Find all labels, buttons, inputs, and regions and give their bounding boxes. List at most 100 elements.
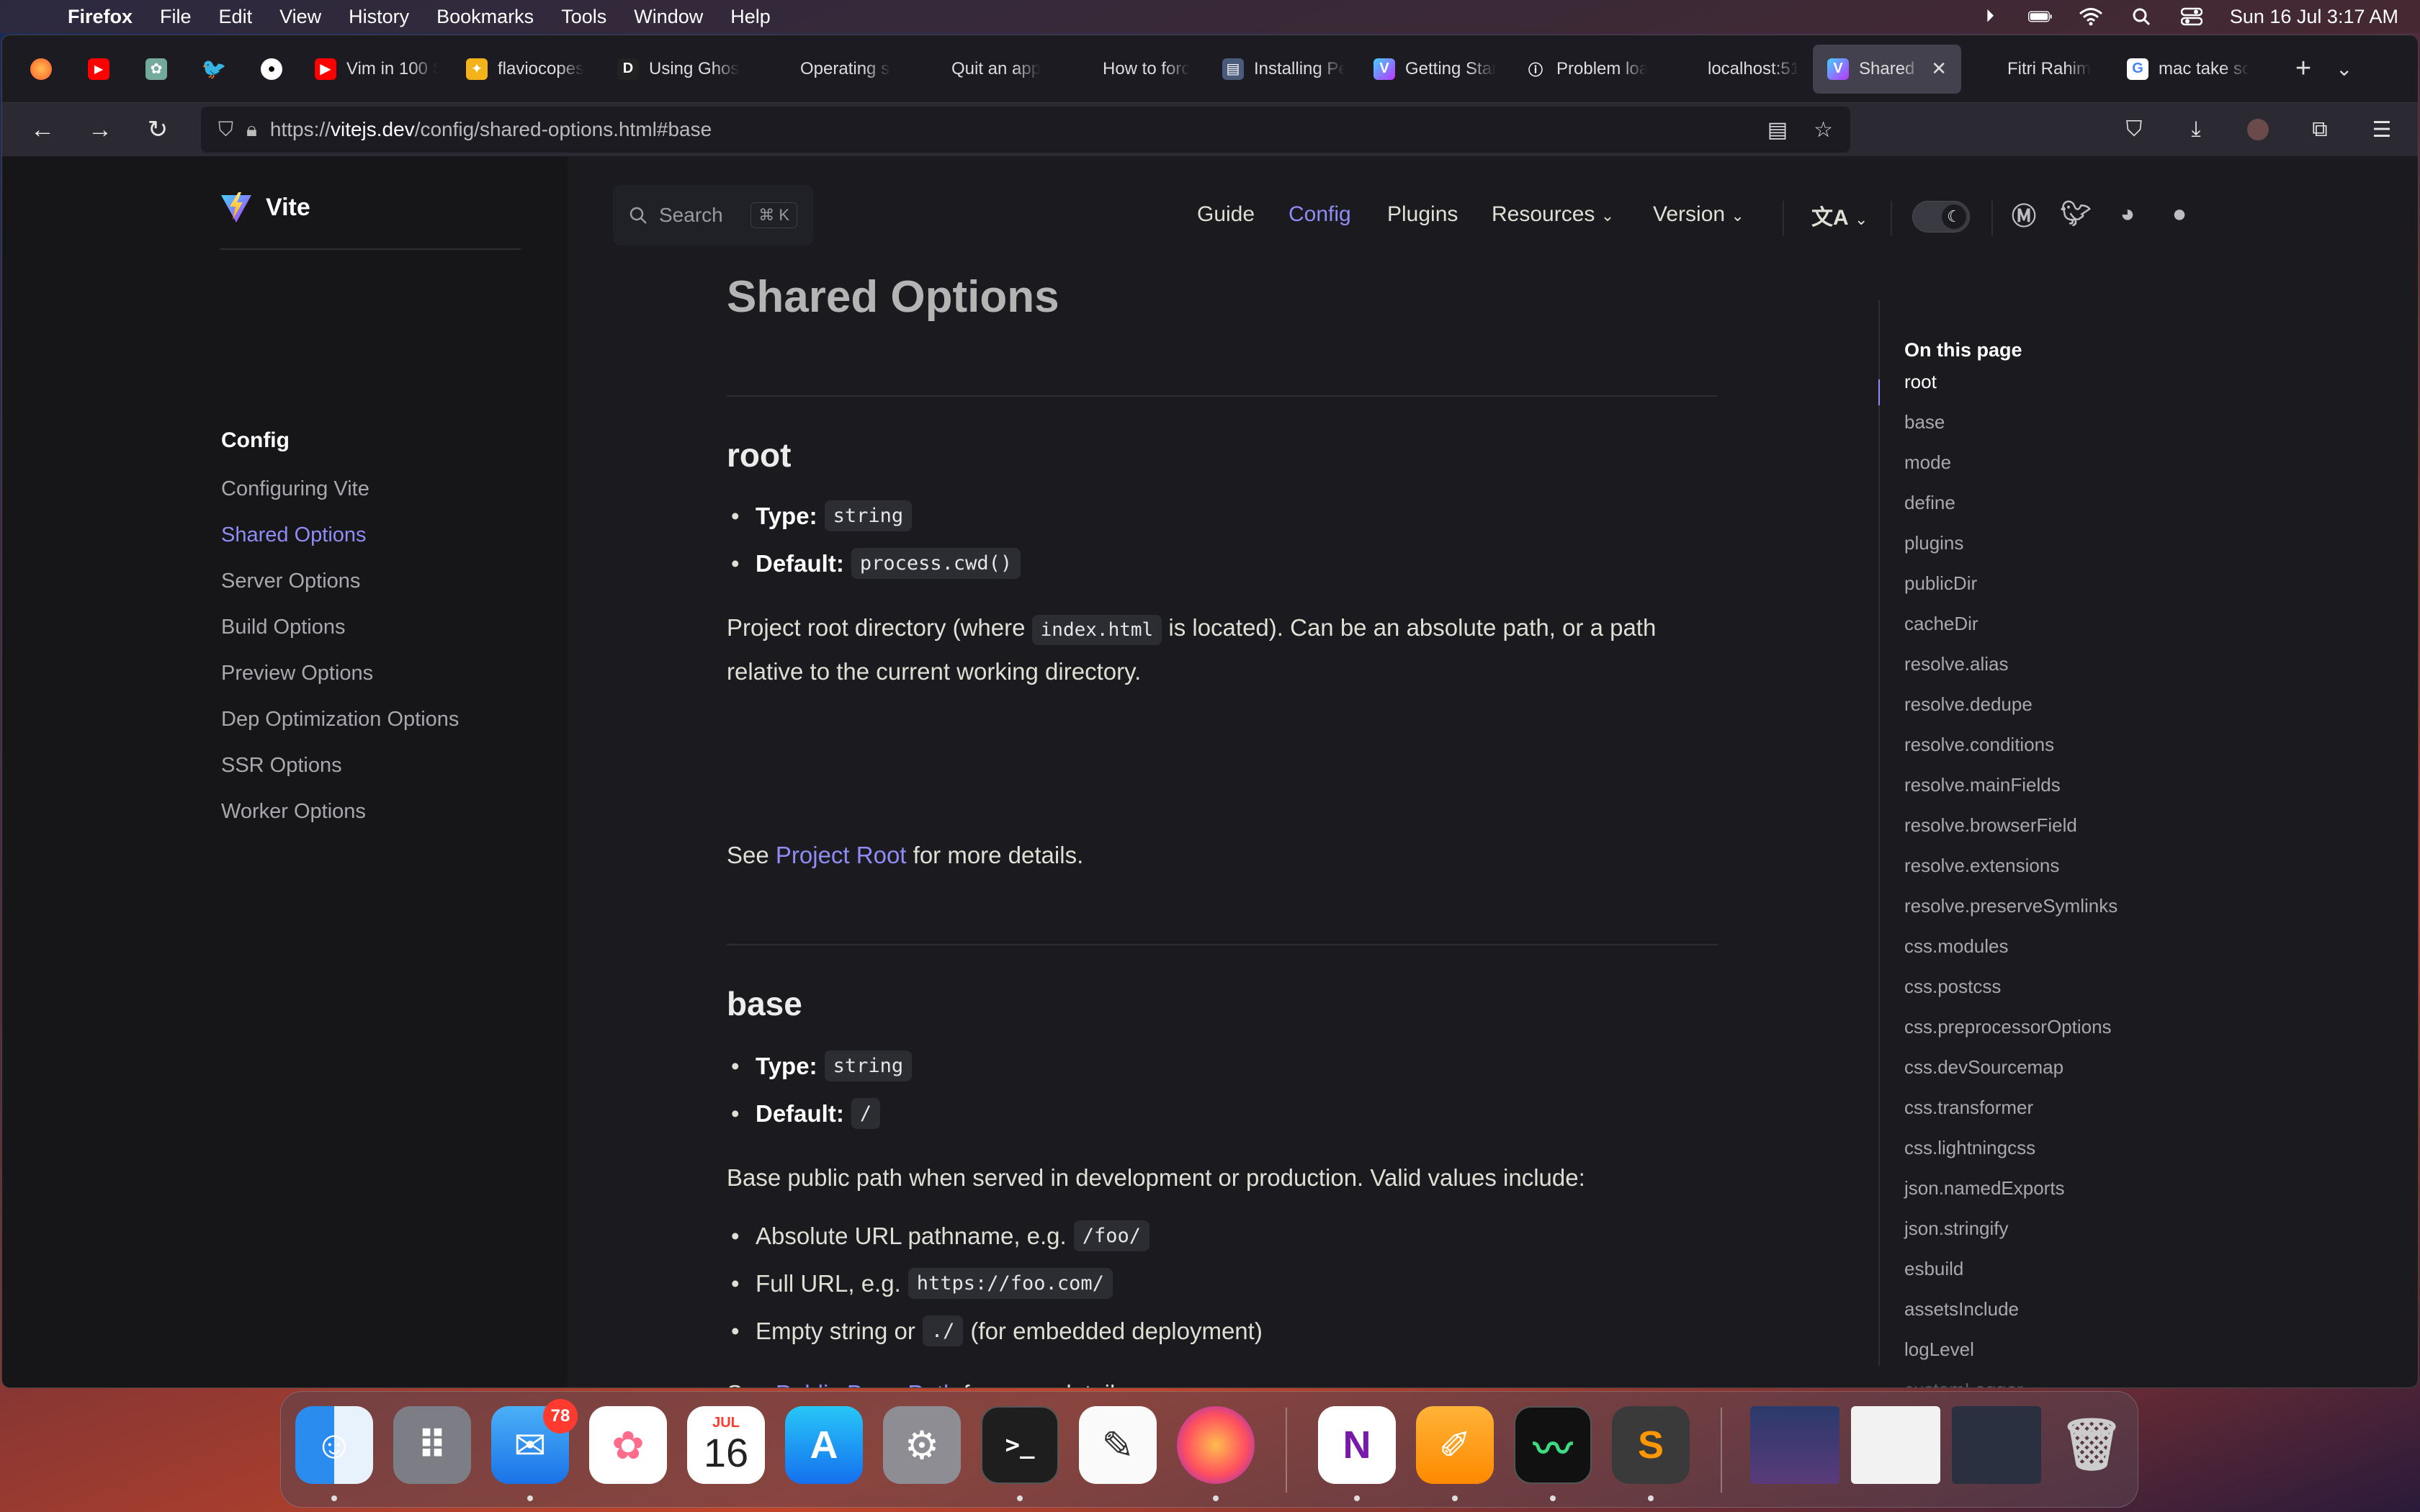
outline-item[interactable]: json.namedExports [1904,1177,2065,1200]
outline-item[interactable]: css.preprocessorOptions [1904,1016,2112,1038]
menu-help[interactable]: Help [730,6,771,28]
recent-document-thumbnail[interactable] [1851,1406,1940,1484]
tab-pinned-github[interactable]: ● [243,45,300,94]
wifi-icon[interactable] [2079,7,2103,26]
reload-icon[interactable]: ↻ [132,108,184,151]
outline-item[interactable]: resolve.alias [1904,653,2009,675]
menu-edit[interactable]: Edit [219,6,253,28]
sublime-text-icon[interactable]: S [1612,1406,1690,1484]
outline-item[interactable]: resolve.extensions [1904,855,2059,877]
outline-item[interactable]: cacheDir [1904,613,1978,635]
outline-item[interactable]: css.transformer [1904,1097,2033,1119]
outline-item[interactable]: define [1904,492,1955,514]
battery-icon[interactable] [2027,7,2053,26]
hamburger-menu-icon[interactable]: ☰ [2360,108,2403,151]
tab[interactable]: V Getting Star [1359,45,1510,94]
url-text[interactable]: https://vitejs.dev/config/shared-options… [270,118,712,141]
recent-window-thumbnail[interactable] [1750,1406,1839,1484]
tab-pinned-twitter[interactable]: 🐦 [185,45,243,94]
vite-logo-link[interactable]: Vite [220,191,310,224]
calendar-icon[interactable]: JUL 16 [687,1406,765,1484]
outline-item[interactable]: root [1904,371,1937,393]
menu-app-name[interactable]: Firefox [68,6,133,28]
terminal-icon[interactable]: >_ [981,1406,1059,1484]
back-icon[interactable]: ← [17,108,68,151]
trash-icon[interactable]: 🗑︎ [2053,1406,2130,1484]
outline-item[interactable]: resolve.browserField [1904,814,2077,837]
outline-item[interactable]: resolve.conditions [1904,734,2054,756]
tab[interactable]: Quit an app [905,45,1057,94]
close-tab-icon[interactable]: ✕ [1931,58,1947,80]
tab[interactable]: How to forc [1057,45,1208,94]
sidebar-item-worker-options[interactable]: Worker Options [221,800,366,824]
outline-item[interactable]: css.lightningcss [1904,1137,2035,1159]
activity-monitor-icon[interactable]: 〰 [1514,1406,1592,1484]
outline-item[interactable]: plugins [1904,532,1963,554]
account-avatar[interactable] [2236,108,2280,151]
outline-item[interactable]: resolve.mainFields [1904,774,2061,796]
launchpad-icon[interactable]: ⠿ [393,1406,471,1484]
sidebar-item-dep-optimization-options[interactable]: Dep Optimization Options [221,708,459,732]
mail-icon[interactable]: ✉ 78 [491,1399,578,1484]
outline-item[interactable]: publicDir [1904,572,1977,595]
address-bar[interactable]: ⛉ 🔒︎ https://vitejs.dev/config/shared-op… [201,107,1850,153]
tab[interactable]: ⓘ Problem loa [1510,45,1662,94]
tab[interactable]: D Using Ghost [603,45,754,94]
outline-item[interactable]: assetsInclude [1904,1298,2019,1320]
sidebar-item-server-options[interactable]: Server Options [221,570,360,593]
outline-item[interactable]: base [1904,411,1945,433]
pocket-icon[interactable]: ⛉ [2112,108,2156,151]
finder-icon[interactable]: ☺ [295,1406,373,1484]
tab[interactable]: ▤ Installing Pe [1208,45,1359,94]
bookmark-star-icon[interactable]: ☆ [1814,117,1833,143]
textedit-icon[interactable]: ✎ [1079,1406,1157,1484]
spotlight-search-icon[interactable] [2129,7,2154,26]
tab[interactable]: Operating syste [754,45,905,94]
sidebar-item-ssr-options[interactable]: SSR Options [221,754,342,778]
sidebar-item-configuring-vite[interactable]: Configuring Vite [221,477,369,501]
pages-icon[interactable]: ✐ [1416,1406,1494,1484]
outline-item[interactable]: mode [1904,451,1951,474]
outline-item[interactable]: json.stringify [1904,1218,2009,1240]
firefox-dock-icon[interactable] [1177,1406,1255,1484]
tab-active[interactable]: V Shared C ✕ [1813,44,1961,94]
forward-icon[interactable]: → [74,108,126,151]
control-center-icon[interactable] [2179,7,2204,26]
language-switcher[interactable]: 文A ⌄ [1811,199,1868,231]
menu-file[interactable]: File [160,6,192,28]
menu-bookmarks[interactable]: Bookmarks [436,6,534,28]
outline-item[interactable]: esbuild [1904,1258,1963,1280]
outline-item[interactable]: css.postcss [1904,976,2001,998]
tab-pinned-chatgpt[interactable]: ✿ [127,45,185,94]
project-root-link[interactable]: Project Root [776,842,907,868]
app-store-icon[interactable]: A [785,1406,863,1484]
sidebar-item-preview-options[interactable]: Preview Options [221,662,373,685]
tab[interactable]: localhost:5173/c [1662,45,1813,94]
outline-item[interactable]: resolve.dedupe [1904,693,2033,716]
outline-item[interactable]: css.devSourcemap [1904,1056,2063,1079]
tab[interactable]: Fitri Rahim [1961,45,2112,94]
tab-pinned-firefox[interactable] [12,45,70,94]
sidebar-item-shared-options[interactable]: Shared Options [221,523,367,547]
heading-base[interactable]: base [727,984,802,1023]
heading-root[interactable]: root [727,436,791,474]
tab[interactable]: Gmac take sc [2112,45,2264,94]
outline-item[interactable]: css.modules [1904,935,2009,958]
tab[interactable]: ✦ flaviocopes [452,45,603,94]
menu-history[interactable]: History [349,6,409,28]
recent-editor-thumbnail[interactable] [1952,1406,2041,1484]
new-tab-button[interactable]: + [2285,53,2321,84]
menu-view[interactable]: View [279,6,321,28]
tracking-protection-icon[interactable]: ⛉ [218,118,233,142]
outline-item[interactable]: resolve.preserveSymlinks [1904,895,2118,917]
tab-pinned-youtube[interactable]: ▶ [70,45,127,94]
sidebar-item-build-options[interactable]: Build Options [221,616,346,639]
photos-icon[interactable]: ✿ [589,1406,667,1484]
public-base-path-link[interactable]: Public Base Path [776,1380,956,1387]
play-circle-icon[interactable]: ⏵ [1978,6,2002,26]
downloads-icon[interactable]: ⤓ [2174,108,2218,151]
menu-window[interactable]: Window [634,6,703,28]
lock-icon[interactable]: 🔒︎ [246,118,257,142]
outline-item[interactable]: customLogger [1904,1379,2023,1387]
menu-clock[interactable]: Sun 16 Jul 3:17 AM [2230,6,2398,28]
